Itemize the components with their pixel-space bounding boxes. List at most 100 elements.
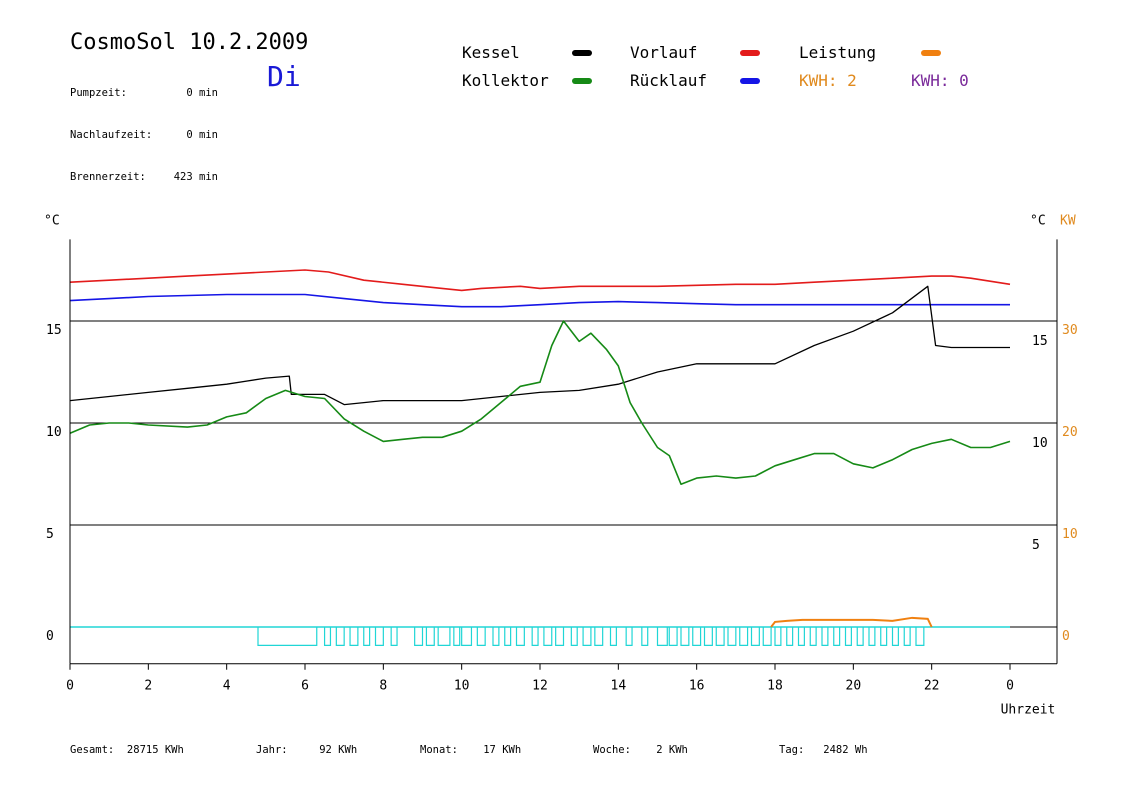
footer-label: Woche: <box>593 744 631 756</box>
pump-pulses <box>70 626 1010 646</box>
pump-pulse <box>625 627 633 646</box>
pump-pulse <box>833 627 841 646</box>
pump-pulse <box>692 627 702 646</box>
series-line-kollektor <box>69 320 1011 486</box>
temperature-chart: 0 2 4 6 8 10 12 14 16 18 20 22 0 Uhrzeit 0 5 10 15 5 10 15 0 1… <box>44 213 1078 717</box>
pump-pulse <box>703 627 713 646</box>
pump-pulse <box>555 627 565 646</box>
footer-gesamt: Gesamt: 28715 KWh <box>70 744 184 756</box>
pump-pulse <box>390 627 398 646</box>
pump-pulse <box>582 627 592 646</box>
footer-value: 2482 Wh <box>823 744 868 756</box>
pump-pulse <box>880 627 888 646</box>
pump-pulse <box>570 627 578 646</box>
pump-pulse <box>609 627 617 646</box>
footer-value: 92 KWh <box>319 744 358 756</box>
x-tick-label: 2 <box>144 679 152 694</box>
x-tick-label: 12 <box>532 679 548 694</box>
pump-pulse <box>349 627 359 646</box>
pump-pulse <box>809 627 817 646</box>
y-tick-label-left: 5 <box>46 527 54 542</box>
y-tick-label-right-c: 15 <box>1032 334 1048 349</box>
x-tick-label: 20 <box>846 679 862 694</box>
footer-woche: Woche: 2 KWh <box>593 744 688 756</box>
pump-pulse <box>531 627 539 646</box>
pump-pulse <box>414 627 424 646</box>
pump-pulse <box>335 627 345 646</box>
y-tick-label-right-kw: 30 <box>1062 323 1078 338</box>
pump-pulse <box>323 627 332 646</box>
footer-label: Gesamt: <box>70 744 115 756</box>
y-unit-right-kw: KW <box>1060 213 1076 228</box>
pump-pulse <box>680 627 690 646</box>
pump-pulse <box>891 627 899 646</box>
y-unit-left: °C <box>44 213 60 228</box>
x-tick-label: 4 <box>223 679 231 694</box>
x-tick-label: 0 <box>1006 679 1014 694</box>
series-line-vorlauf <box>69 269 1011 292</box>
x-tick-label: 14 <box>611 679 627 694</box>
x-tick-label: 16 <box>689 679 705 694</box>
y-tick-label-left: 10 <box>46 425 62 440</box>
pump-pulse <box>821 627 829 646</box>
y-unit-right-c: °C <box>1030 213 1046 228</box>
pump-pulse <box>844 627 852 646</box>
x-tick-label: 22 <box>924 679 940 694</box>
x-tick-label: 8 <box>379 679 387 694</box>
pump-pulse <box>594 627 604 646</box>
footer-label: Jahr: <box>256 744 288 756</box>
pump-pulse <box>257 627 318 646</box>
footer-value: 28715 KWh <box>126 744 184 756</box>
leistung-line <box>770 616 933 628</box>
footer-label: Tag: <box>779 744 805 756</box>
footer-value: 17 KWh <box>483 744 522 756</box>
pump-pulse <box>727 627 737 646</box>
grid-lines <box>70 320 1057 628</box>
pump-pulse <box>476 627 486 646</box>
footer-jahr: Jahr: 92 KWh <box>256 744 357 756</box>
y-tick-label-right-kw: 20 <box>1062 425 1078 440</box>
pump-pulse <box>762 627 772 646</box>
pump-pulse <box>739 627 749 646</box>
pump-pulse <box>915 627 925 646</box>
pump-pulse <box>461 627 473 646</box>
x-tick-label: 18 <box>767 679 783 694</box>
pump-pulse <box>903 627 911 646</box>
y-tick-label-right-kw: 0 <box>1062 629 1070 644</box>
pump-pulse <box>656 627 668 646</box>
pump-pulse <box>374 627 384 646</box>
series-line-ruecklauf <box>69 293 1010 308</box>
x-axis-label: Uhrzeit <box>1001 703 1056 718</box>
x-tick-label: 6 <box>301 679 309 694</box>
pump-pulse <box>504 627 512 646</box>
pump-pulse <box>492 627 500 646</box>
pump-pulse <box>437 627 451 646</box>
footer-monat: Monat: 17 KWh <box>420 744 521 756</box>
pump-pulse <box>750 627 760 646</box>
footer-value: 2 KWh <box>656 744 688 756</box>
pump-pulse <box>668 627 678 646</box>
y-tick-label-right-c: 10 <box>1032 436 1048 451</box>
pump-pulse <box>543 627 553 646</box>
pump-pulse <box>786 627 794 646</box>
pump-pulse <box>774 627 782 646</box>
pump-pulse <box>425 627 435 646</box>
x-tick-label: 0 <box>66 679 74 694</box>
pump-pulse <box>363 627 371 646</box>
pump-pulse <box>715 627 725 646</box>
series-lines <box>69 269 1011 628</box>
x-tick-label: 10 <box>454 679 470 694</box>
y-tick-label-left: 0 <box>46 629 54 644</box>
pump-pulse <box>856 627 864 646</box>
pump-pulse <box>453 627 461 646</box>
pump-pulse <box>641 627 649 646</box>
footer-label: Monat: <box>420 744 458 756</box>
axis-labels: 0 2 4 6 8 10 12 14 16 18 20 22 0 Uhrzeit 0 5 10 15 5 10 15 0 1… <box>44 213 1078 717</box>
pump-pulse <box>515 627 525 646</box>
y-tick-label-right-kw: 10 <box>1062 527 1078 542</box>
y-tick-label-left: 15 <box>46 323 62 338</box>
pump-pulse <box>797 627 805 646</box>
footer-tag: Tag: 2482 Wh <box>779 744 868 756</box>
pump-pulse <box>868 627 876 646</box>
y-tick-label-right-c: 5 <box>1032 538 1040 553</box>
